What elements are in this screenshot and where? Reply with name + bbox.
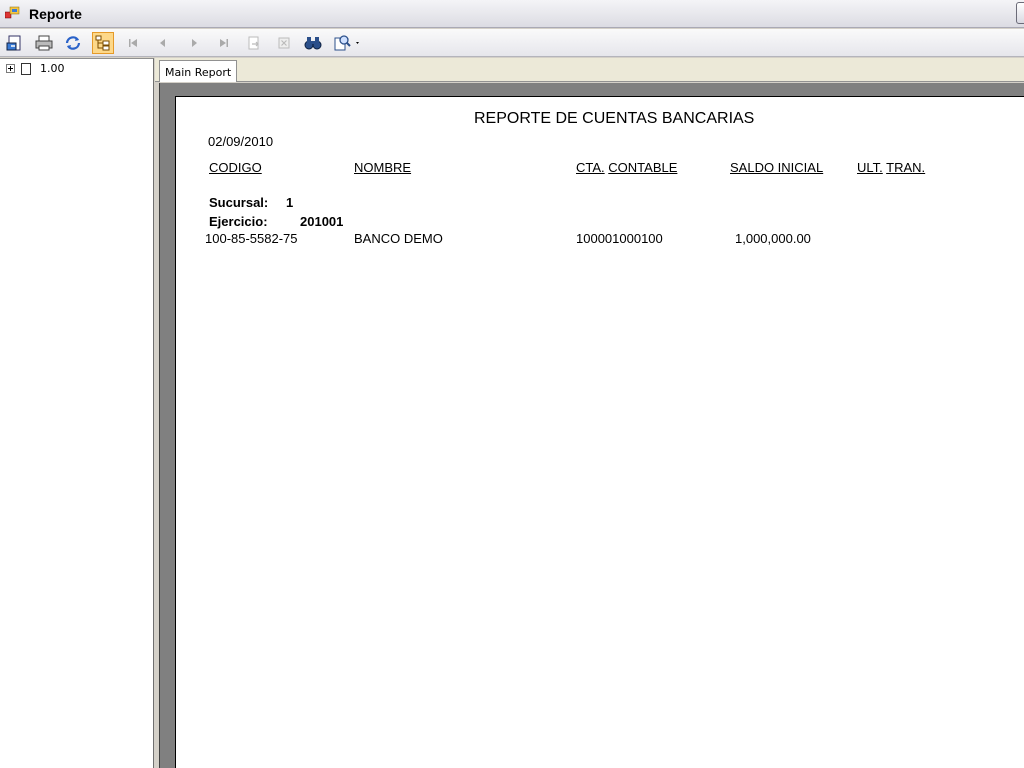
goto-page-icon[interactable] [243,32,265,54]
header-codigo: CODIGO [209,160,262,175]
next-page-icon[interactable] [183,32,205,54]
tree-node-label[interactable]: 1.00 [40,62,65,75]
report-page: REPORTE DE CUENTAS BANCARIAS 02/09/2010 … [175,96,1024,768]
window-control-button[interactable] [1016,2,1024,24]
header-ult-tran: ULT. TRAN. [857,160,926,175]
last-page-icon[interactable] [213,32,235,54]
refresh-icon[interactable] [62,32,84,54]
print-icon[interactable] [33,32,55,54]
report-date: 02/09/2010 [208,134,274,149]
tree-node[interactable]: 1.00 [6,62,65,75]
report-toolbar [0,29,1024,57]
header-nombre: NOMBRE [354,160,412,175]
find-icon[interactable] [302,32,324,54]
report-tabstrip: Main Report [155,58,1024,82]
group-tree-panel: 1.00 [0,58,154,768]
export-icon[interactable] [4,32,26,54]
window-title: Reporte [29,6,82,22]
tab-main-report[interactable]: Main Report [159,60,237,82]
header-saldo-inicial: SALDO INICIAL [730,160,824,175]
row-cta-contable: 100001000100 [576,231,663,246]
first-page-icon[interactable] [122,32,144,54]
group-ejercicio-value: 201001 [300,214,344,229]
group-sucursal-label: Sucursal: [209,195,269,210]
report-title: REPORTE DE CUENTAS BANCARIAS [474,110,755,127]
group-ejercicio-label: Ejercicio: [209,214,268,229]
header-cta-contable: CTA. CONTABLE [576,160,678,175]
stop-icon[interactable] [273,32,295,54]
document-icon [21,62,31,75]
report-viewer: REPORTE DE CUENTAS BANCARIAS 02/09/2010 … [159,83,1024,768]
row-saldo-inicial: 1,000,000.00 [735,231,811,246]
row-codigo: 100-85-5582-75 [205,231,298,246]
group-tree-toggle-icon[interactable] [92,32,114,54]
app-icon [4,6,21,20]
group-sucursal-value: 1 [286,195,294,210]
previous-page-icon[interactable] [152,32,174,54]
row-nombre: BANCO DEMO [354,231,443,246]
zoom-icon[interactable] [332,32,364,54]
title-bar: Reporte [0,0,1024,28]
expand-plus-icon[interactable] [6,64,15,73]
